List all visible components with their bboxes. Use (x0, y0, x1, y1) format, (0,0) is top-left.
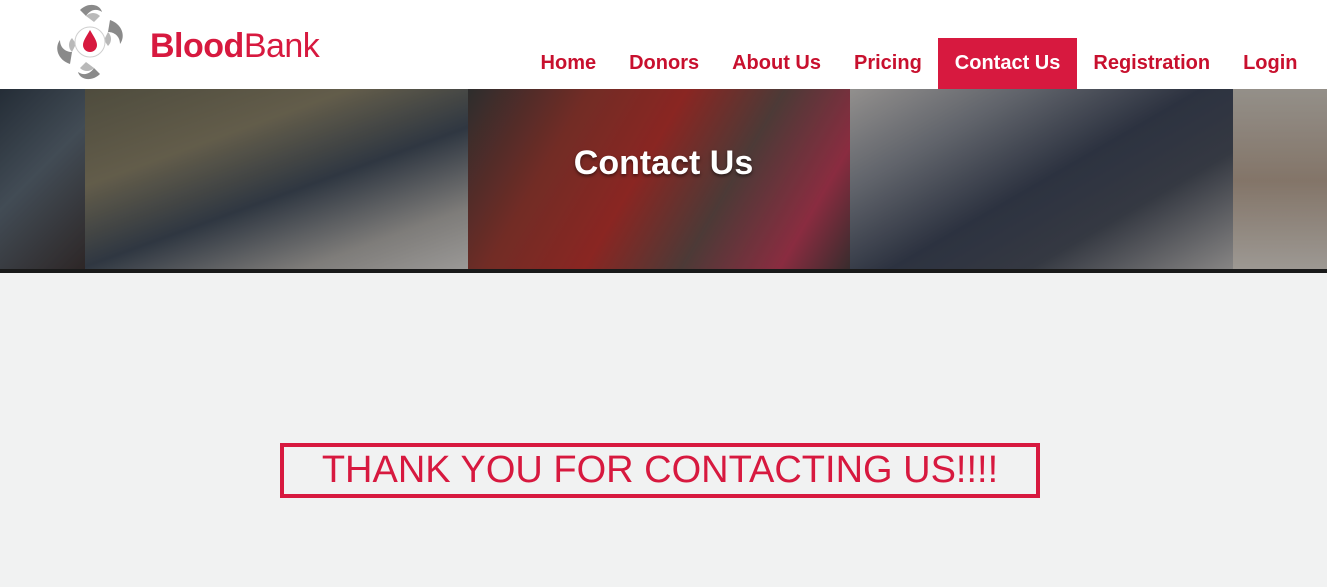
page-title: Contact Us (573, 144, 754, 182)
banner-divider (0, 269, 1327, 273)
site-header: BloodBank Home Donors About Us Pricing C… (0, 0, 1327, 89)
blood-drop-logo-icon (57, 4, 123, 80)
page-banner: Contact Us (0, 89, 1327, 273)
nav-login[interactable]: Login (1227, 38, 1314, 89)
nav-donors[interactable]: Donors (613, 38, 716, 89)
brand-name-bold: Blood (150, 26, 244, 65)
main-nav: Home Donors About Us Pricing Contact Us … (524, 38, 1314, 89)
nav-pricing[interactable]: Pricing (838, 38, 939, 89)
brand-name-light: Bank (243, 26, 320, 65)
brand-name: BloodBank (150, 26, 320, 66)
brand-logo[interactable]: BloodBank (50, 2, 320, 82)
nav-about-us[interactable]: About Us (716, 38, 838, 89)
nav-registration[interactable]: Registration (1077, 38, 1227, 89)
thank-you-message: THANK YOU FOR CONTACTING US!!!! (280, 443, 1040, 498)
nav-contact-us[interactable]: Contact Us (938, 38, 1077, 89)
nav-home[interactable]: Home (524, 38, 613, 89)
